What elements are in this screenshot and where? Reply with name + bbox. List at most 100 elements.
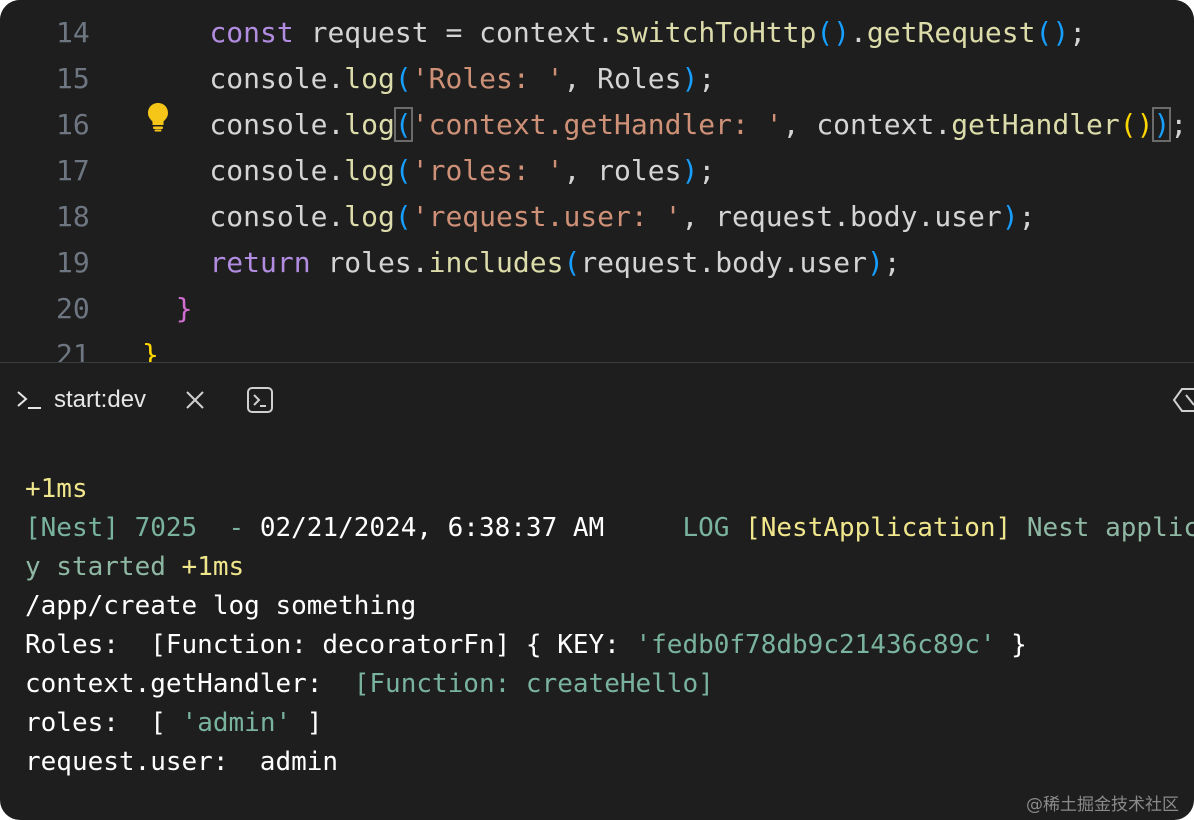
code-text: }: [142, 286, 193, 332]
code-token: ): [681, 62, 699, 95]
terminal-token: roles: [: [25, 708, 182, 738]
code-token: (): [1035, 16, 1070, 49]
terminal-token: +1ms: [181, 552, 245, 582]
code-token: .: [917, 200, 935, 233]
terminal-token: y started: [25, 552, 182, 582]
code-token: (: [394, 62, 412, 95]
code-token: (): [1119, 108, 1154, 141]
terminal-token: LOG: [604, 513, 746, 543]
code-token: .: [698, 246, 716, 279]
code-editor[interactable]: 14 const request = context.switchToHttp(…: [0, 0, 1194, 362]
terminal-token: 'fedb0f78db9c21436c89c': [635, 630, 996, 660]
code-token: 'roles: ': [411, 154, 564, 187]
code-token: }: [175, 292, 193, 325]
code-token: ): [1152, 107, 1172, 142]
code-token: .: [411, 246, 429, 279]
tag-icon[interactable]: [1172, 387, 1194, 413]
close-icon[interactable]: [182, 387, 208, 413]
terminal-tab[interactable]: start:dev: [16, 383, 146, 417]
terminal-token: Roles: [Function: decoratorFn] { KEY:: [25, 630, 636, 660]
terminal-token: [NestApplication]: [745, 513, 1012, 543]
terminal-token: [Nest] 7025 -: [25, 513, 260, 543]
code-token: (): [816, 16, 851, 49]
terminal-line: /app/create log something: [25, 587, 416, 626]
code-token: user: [799, 246, 867, 279]
code-text: console.log('request.user: ', request.bo…: [142, 194, 1035, 240]
terminal-tab-label: start:dev: [54, 386, 147, 413]
code-line[interactable]: 18 console.log('request.user: ', request…: [0, 194, 1194, 240]
terminal-token: Nest application successfull: [1026, 513, 1194, 543]
code-token: body: [715, 246, 783, 279]
code-token: user: [934, 200, 1002, 233]
code-token: 'context.getHandler: ': [411, 108, 783, 141]
code-token: log: [344, 62, 395, 95]
code-token: console: [142, 108, 328, 141]
terminal-line: context.getHandler: [Function: createHel…: [25, 665, 714, 704]
code-text: const request = context.switchToHttp().g…: [142, 10, 1086, 56]
terminal-output[interactable]: +1ms [Nest] 7025 - 02/21/2024, 6:38:37 AM…: [0, 470, 1194, 820]
code-token: .: [327, 154, 345, 187]
panel-tab-bar: start:dev: [0, 363, 1194, 435]
code-line[interactable]: 16 console.log('context.getHandler: ', c…: [0, 102, 1194, 148]
lightbulb-icon[interactable]: [147, 102, 169, 132]
code-token: getHandler: [951, 108, 1120, 141]
code-token: request = context: [293, 16, 598, 49]
terminal-token: request.user: admin: [25, 747, 339, 777]
code-token: body: [850, 200, 918, 233]
terminal-icon[interactable]: [246, 386, 274, 414]
terminal-line: roles: [ 'admin' ]: [25, 704, 322, 743]
line-number: 18: [56, 200, 90, 233]
code-token: log: [344, 154, 395, 187]
code-token: includes: [428, 246, 564, 279]
terminal-line: +1ms: [25, 470, 88, 509]
terminal-token: +1ms: [25, 474, 88, 504]
code-line[interactable]: 15 console.log('Roles: ', Roles);: [0, 56, 1194, 102]
code-token: }: [142, 338, 159, 362]
code-token: .: [597, 16, 615, 49]
code-token: console: [142, 200, 328, 233]
code-token: .: [782, 246, 800, 279]
code-token: (: [393, 107, 413, 142]
code-token: roles: [310, 246, 412, 279]
terminal-token: }: [995, 630, 1027, 660]
code-token: (: [394, 200, 412, 233]
terminal-token: [Function: createHello]: [353, 669, 714, 699]
code-text: }: [142, 332, 159, 362]
terminal-line: Roles: [Function: decoratorFn] { KEY: 'f…: [25, 626, 1027, 665]
code-token: switchToHttp: [614, 16, 817, 49]
code-token: request: [580, 246, 699, 279]
code-token: .: [934, 108, 952, 141]
line-number: 15: [56, 62, 90, 95]
code-token: , request: [681, 200, 834, 233]
terminal-token: 'admin': [181, 708, 292, 738]
code-line[interactable]: 14 const request = context.switchToHttp(…: [0, 10, 1194, 56]
line-number: 16: [56, 108, 90, 141]
code-token: (: [394, 154, 412, 187]
code-line[interactable]: 21}: [0, 332, 1194, 362]
terminal-token: context.getHandler:: [25, 669, 354, 699]
code-token: ): [681, 154, 699, 187]
code-token: console: [142, 62, 328, 95]
code-token: .: [833, 200, 851, 233]
code-line[interactable]: 17 console.log('roles: ', roles);: [0, 148, 1194, 194]
code-token: return: [209, 246, 311, 279]
code-line[interactable]: 19 return roles.includes(request.body.us…: [0, 240, 1194, 286]
line-number: 20: [56, 292, 90, 325]
line-number: 17: [56, 154, 90, 187]
code-text: console.log('Roles: ', Roles);: [142, 56, 715, 102]
code-line[interactable]: 20 }: [0, 286, 1194, 332]
code-token: ;: [883, 246, 901, 279]
code-text: console.log('roles: ', roles);: [142, 148, 715, 194]
code-token: log: [344, 200, 395, 233]
terminal-token: ]: [291, 708, 323, 738]
code-token: , Roles: [563, 62, 682, 95]
terminal-line: [Nest] 7025 - 02/21/2024, 6:38:37 AM LOG…: [25, 509, 1194, 548]
code-token: , context: [782, 108, 935, 141]
code-token: , roles: [563, 154, 682, 187]
code-token: 'Roles: ': [411, 62, 564, 95]
line-number: 21: [56, 338, 90, 362]
code-token: (: [563, 246, 581, 279]
code-token: ): [866, 246, 884, 279]
